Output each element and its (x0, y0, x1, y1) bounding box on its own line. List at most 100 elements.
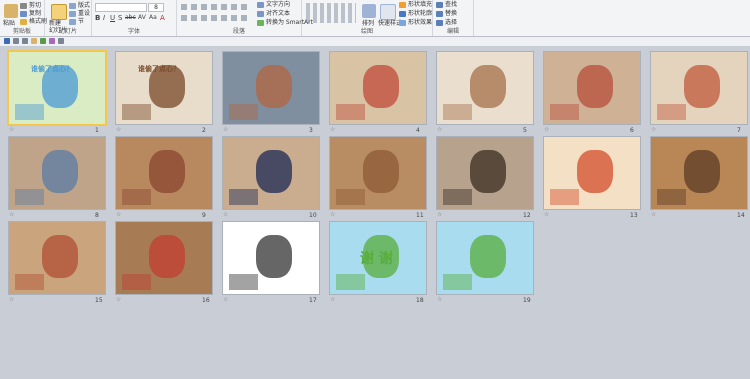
font-name-box[interactable] (95, 3, 147, 12)
slide-number: 12 (523, 212, 531, 219)
slide-thumbnail[interactable]: 谁偷了点心？ (116, 52, 212, 124)
slide-illustration (576, 64, 614, 109)
customize-icon[interactable] (58, 38, 64, 44)
slide-illustration (121, 273, 151, 290)
find-button[interactable]: 查找 (436, 1, 457, 8)
clipboard-group-label: 剪贴板 (12, 28, 31, 35)
transition-icon: ☆ (437, 211, 443, 218)
slide-thumbnail[interactable]: 谁偷了点心？ (9, 52, 105, 124)
align-text-button[interactable]: 对齐文本 (257, 10, 290, 17)
shape-fill-button[interactable]: 形状填充 (399, 1, 432, 8)
format-painter-button[interactable]: 格式刷 (20, 18, 47, 25)
redo-icon[interactable] (22, 38, 28, 44)
slide-illustration (576, 149, 614, 194)
slide-illustration (14, 273, 44, 290)
transition-icon: ☆ (223, 296, 229, 303)
slideshow-icon[interactable] (49, 38, 55, 44)
slide-thumbnail[interactable] (544, 137, 640, 209)
transition-icon: ☆ (116, 211, 122, 218)
slide-thumbnail[interactable] (9, 137, 105, 209)
slide-number: 17 (309, 297, 317, 304)
print-icon[interactable] (40, 38, 46, 44)
slide-number: 11 (416, 212, 424, 219)
paragraph-group-label: 段落 (232, 28, 245, 35)
slide-illustration (549, 188, 579, 205)
clipboard-group: 粘贴 剪切 复制 格式刷 剪贴板 (0, 0, 47, 36)
quick-styles-icon[interactable] (380, 4, 396, 20)
slide-illustration (41, 149, 79, 194)
italic-button[interactable]: I (103, 14, 105, 22)
select-label: 选择 (445, 19, 458, 26)
paste-icon[interactable] (4, 4, 18, 18)
paragraph-group: 文字方向 对齐文本 转换为 SmartArt 段落 (177, 0, 313, 36)
slide-thumbnail[interactable]: 谢 谢 (330, 222, 426, 294)
copy-label: 复制 (29, 10, 42, 17)
slide-illustration (335, 188, 365, 205)
slide-illustration (255, 149, 293, 194)
slide-illustration (442, 188, 472, 205)
new-slide-icon[interactable] (51, 4, 67, 20)
save-icon[interactable] (4, 38, 10, 44)
slide-sorter: 谁偷了点心？ ☆ 1 谁偷了点心？ ☆ 2 ☆ 3 ☆ 4 ☆ 5 ☆ 6 ☆ 7 ☆ 8 ☆ 9 ☆ 10 ☆ 11 ☆ 12 ☆… (0, 47, 750, 379)
slide-thumbnail[interactable] (223, 137, 319, 209)
slide-illustration (656, 103, 686, 120)
slide-illustration (14, 188, 44, 205)
select-button[interactable]: 选择 (436, 19, 457, 26)
align-buttons[interactable] (181, 15, 251, 21)
shadow-button[interactable]: S (118, 14, 122, 22)
slide-number: 6 (630, 127, 634, 134)
font-color-button[interactable]: A (160, 14, 165, 22)
slide-thumbnail[interactable] (437, 137, 533, 209)
shape-outline-label: 形状轮廓 (408, 10, 433, 17)
layout-button[interactable]: 版式 (69, 2, 90, 9)
slide-number: 13 (630, 212, 638, 219)
shapes-gallery[interactable] (306, 3, 356, 23)
slide-number: 16 (202, 297, 210, 304)
slide-thumbnail[interactable] (651, 52, 747, 124)
shape-outline-button[interactable]: 形状轮廓 (399, 10, 432, 17)
slide-thumbnail[interactable] (116, 222, 212, 294)
text-direction-button[interactable]: 文字方向 (257, 1, 290, 8)
slide-illustration (335, 103, 365, 120)
strikethrough-button[interactable]: abc (125, 14, 136, 21)
open-icon[interactable] (31, 38, 37, 44)
copy-button[interactable]: 复制 (20, 10, 41, 17)
transition-icon: ☆ (223, 126, 229, 133)
slide-thumbnail[interactable] (437, 222, 533, 294)
ribbon: 粘贴 剪切 复制 格式刷 剪贴板 新建 幻灯片 版式 重设 节 幻灯片 8 B … (0, 0, 750, 37)
slide-thumbnail[interactable] (330, 137, 426, 209)
reset-icon (69, 10, 76, 17)
cut-button[interactable]: 剪切 (20, 2, 41, 9)
section-icon (69, 18, 76, 25)
transition-icon: ☆ (437, 296, 443, 303)
slide-thumbnail[interactable] (651, 137, 747, 209)
slide-illustration (255, 234, 293, 279)
undo-icon[interactable] (13, 38, 19, 44)
slide-thumbnail[interactable] (544, 52, 640, 124)
text-direction-label: 文字方向 (266, 1, 291, 8)
reset-button[interactable]: 重设 (69, 10, 90, 17)
replace-button[interactable]: 替换 (436, 10, 457, 17)
change-case-button[interactable]: Aa (149, 14, 157, 21)
select-icon (436, 19, 443, 26)
slide-thumbnail[interactable] (330, 52, 426, 124)
slide-number: 19 (523, 297, 531, 304)
slide-illustration (442, 103, 472, 120)
underline-button[interactable]: U (110, 14, 115, 22)
section-button[interactable]: 节 (69, 18, 84, 25)
slide-thumbnail[interactable] (437, 52, 533, 124)
slide-thumbnail[interactable] (223, 52, 319, 124)
arrange-icon[interactable] (362, 4, 376, 18)
shape-effects-button[interactable]: 形状效果 (399, 19, 432, 26)
slide-illustration (148, 149, 186, 194)
slide-thumbnail[interactable] (9, 222, 105, 294)
slide-thumbnail[interactable] (223, 222, 319, 294)
find-icon (436, 1, 443, 8)
spacing-button[interactable]: AV (138, 14, 146, 21)
list-buttons[interactable] (181, 4, 251, 10)
section-label: 节 (78, 18, 85, 25)
slide-illustration (683, 149, 721, 194)
bold-button[interactable]: B (95, 14, 100, 22)
font-size-box[interactable]: 8 (148, 3, 164, 12)
slide-thumbnail[interactable] (116, 137, 212, 209)
